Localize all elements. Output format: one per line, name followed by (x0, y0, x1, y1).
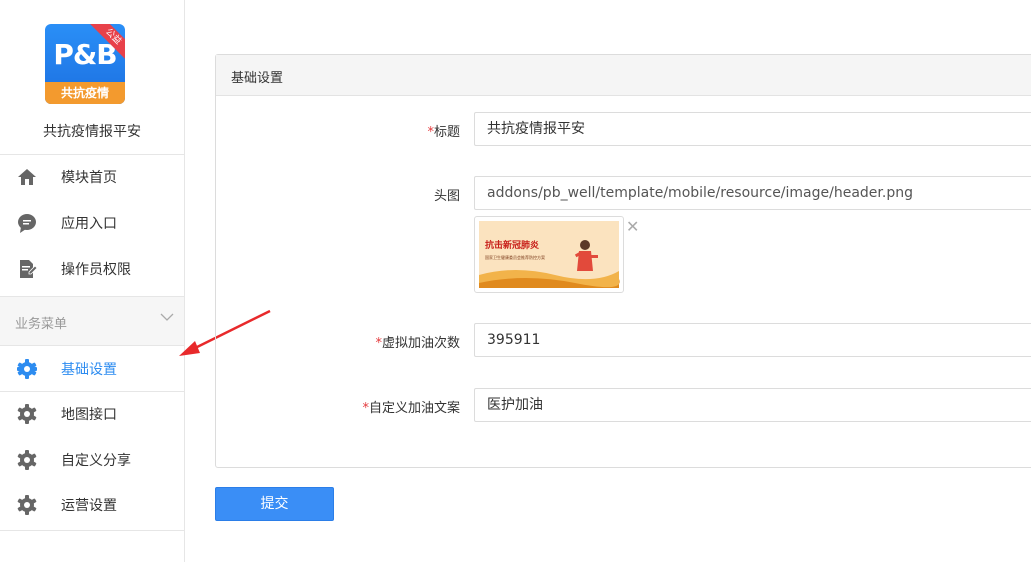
sidebar-item-operator-permissions[interactable]: 操作员权限 (0, 246, 184, 290)
app-name: 共抗疫情报平安 (43, 124, 141, 140)
home-icon (18, 169, 36, 185)
gear-icon (17, 450, 37, 470)
business-menu-header[interactable]: 业务菜单 (0, 297, 184, 345)
title-input[interactable]: 共抗疫情报平安 (474, 112, 1031, 146)
gear-icon (17, 359, 37, 379)
sidebar-item-custom-share[interactable]: 自定义分享 (0, 437, 184, 481)
virtual-count-label-text: 虚拟加油次数 (381, 336, 460, 351)
panel-header: 基础设置 (216, 55, 1031, 96)
virtual-count-label: *虚拟加油次数 (260, 332, 460, 351)
panel-title: 基础设置 (231, 71, 284, 86)
remove-image-icon[interactable]: ✕ (626, 219, 639, 235)
chat-bubble-icon (18, 214, 36, 233)
custom-text-input[interactable]: 医护加油 (474, 388, 1031, 422)
title-label-text: 标题 (433, 125, 460, 140)
sidebar-item-app-entry[interactable]: 应用入口 (0, 200, 184, 244)
sidebar: P&B 公益 共抗疫情 共抗疫情报平安 模块首页 应用入口 操作员权限 业务菜单 (0, 0, 185, 562)
title-label: *标题 (260, 121, 460, 140)
sidebar-item-label: 地图接口 (61, 407, 117, 423)
header-image-label: 头图 (433, 189, 460, 204)
sidebar-item-label: 运营设置 (61, 498, 117, 514)
sidebar-item-label: 基础设置 (61, 362, 117, 378)
sidebar-item-operations-settings[interactable]: 运营设置 (0, 482, 184, 526)
divider (0, 530, 184, 531)
virtual-count-input[interactable]: 395911 (474, 323, 1031, 357)
sidebar-item-map-api[interactable]: 地图接口 (0, 391, 184, 435)
sidebar-item-label: 应用入口 (61, 216, 117, 232)
group-label: 业务菜单 (15, 317, 68, 332)
header-image-input[interactable]: addons/pb_well/template/mobile/resource/… (474, 176, 1031, 210)
sidebar-item-basic-settings[interactable]: 基础设置 (0, 346, 184, 390)
header-image-preview[interactable]: 抗击新冠肺炎 国家卫生健康委员会推荐防控方案 (474, 216, 624, 293)
app-logo: P&B 公益 共抗疫情 (45, 24, 125, 104)
logo-band: 共抗疫情 (45, 82, 125, 104)
sidebar-item-label: 模块首页 (61, 170, 117, 186)
preview-caption: 抗击新冠肺炎 (485, 239, 539, 251)
header-image-thumbnail: 抗击新冠肺炎 国家卫生健康委员会推荐防控方案 (479, 221, 620, 288)
gear-icon (17, 495, 37, 515)
chevron-down-icon (160, 313, 174, 321)
custom-text-label-text: 自定义加油文案 (368, 401, 460, 416)
custom-text-label: *自定义加油文案 (260, 397, 460, 416)
sidebar-item-label: 自定义分享 (61, 453, 131, 469)
sidebar-item-label: 操作员权限 (61, 262, 131, 278)
gear-icon (17, 404, 37, 424)
preview-subcaption: 国家卫生健康委员会推荐防控方案 (485, 254, 545, 260)
sidebar-item-module-home[interactable]: 模块首页 (0, 154, 184, 198)
document-edit-icon (20, 260, 38, 278)
submit-button[interactable]: 提交 (215, 487, 334, 521)
